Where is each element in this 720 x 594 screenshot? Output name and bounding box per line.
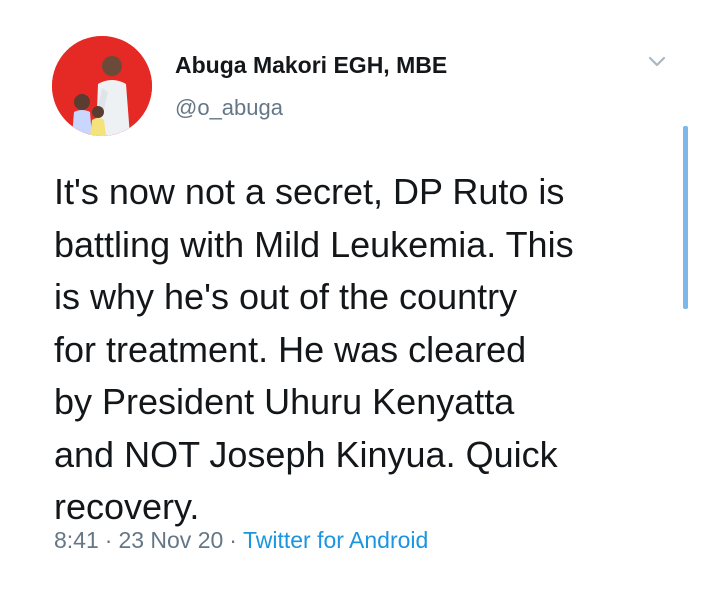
meta-separator: ·: [104, 527, 113, 553]
tweet-line: It's now not a secret, DP Ruto is: [54, 171, 565, 212]
tweet-date[interactable]: 23 Nov 20: [118, 527, 223, 553]
tweet-line: is why he's out of the country: [54, 276, 518, 317]
tweet-line: by President Uhuru Kenyatta: [54, 381, 515, 422]
tweet-time[interactable]: 8:41: [54, 527, 99, 553]
author-display-name[interactable]: Abuga Makori EGH, MBE: [175, 52, 447, 79]
tweet-line: recovery.: [54, 486, 200, 527]
tweet-source-link[interactable]: Twitter for Android: [243, 527, 428, 553]
author-handle[interactable]: @o_abuga: [175, 95, 283, 121]
tweet-line: and NOT Joseph Kinyua. Quick: [54, 433, 558, 475]
tweet-line: for treatment. He was cleared: [54, 328, 527, 370]
tweet-line: battling with Mild Leukemia. This: [54, 223, 574, 265]
tweet-card: Abuga Makori EGH, MBE @o_abuga It's now …: [0, 0, 720, 594]
tweet-meta: 8:41 · 23 Nov 20 · Twitter for Android: [54, 527, 428, 554]
avatar-photo-icon: [52, 36, 152, 136]
scroll-indicator[interactable]: [683, 126, 688, 309]
avatar[interactable]: [52, 36, 152, 136]
meta-separator: ·: [229, 527, 237, 553]
chevron-down-icon[interactable]: [645, 52, 669, 72]
tweet-text: It's now not a secret, DP Ruto is battli…: [54, 166, 674, 534]
